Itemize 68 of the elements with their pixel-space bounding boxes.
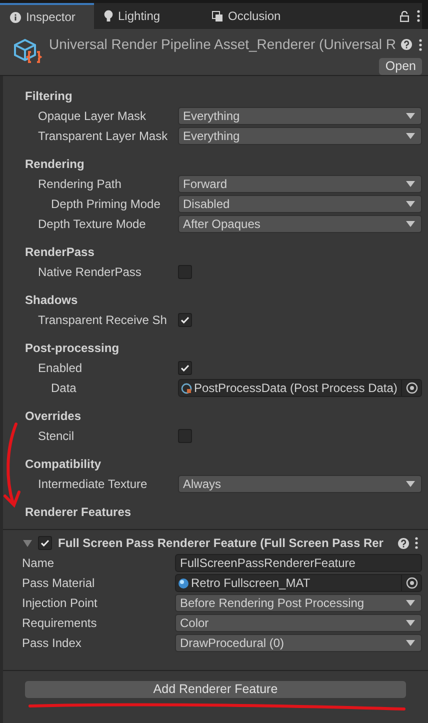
- checkbox[interactable]: [178, 313, 192, 327]
- field-label: Pass Material: [22, 576, 95, 590]
- dropdown[interactable]: Everything: [178, 107, 422, 125]
- dropdown-caret-icon: [406, 640, 415, 646]
- dropdown[interactable]: Forward: [178, 175, 422, 193]
- help-icon[interactable]: [401, 39, 412, 50]
- dropdown[interactable]: Always: [178, 475, 422, 493]
- more-icon[interactable]: [415, 537, 418, 549]
- squares-icon: [212, 10, 223, 22]
- field-label: Data: [51, 381, 76, 395]
- feature-title: Full Screen Pass Renderer Feature (Full Screen Pass Rer: [58, 535, 384, 552]
- lightbulb-icon: [104, 10, 113, 22]
- dropdown-caret-icon: [406, 201, 415, 207]
- text-field[interactable]: FullScreenPassRendererFeature: [175, 554, 422, 572]
- add-renderer-feature-button[interactable]: Add Renderer Feature: [25, 680, 406, 698]
- dropdown[interactable]: Disabled: [178, 195, 422, 213]
- field-label: Transparent Layer Mask: [38, 129, 168, 143]
- section-heading: Renderer Features: [25, 504, 132, 521]
- checkbox[interactable]: [38, 536, 52, 550]
- dropdown-caret-icon: [406, 481, 415, 487]
- asset-title: Universal Render Pipeline Asset_Renderer (Universal R: [49, 35, 396, 54]
- help-icon[interactable]: [398, 538, 409, 548]
- dropdown-caret-icon: [406, 133, 415, 139]
- checkmark-icon: [180, 315, 190, 325]
- dropdown-caret-icon: [406, 181, 415, 187]
- more-icon[interactable]: [417, 10, 420, 22]
- dropdown[interactable]: Color: [175, 614, 422, 632]
- field-label: Pass Index: [22, 636, 82, 650]
- field-label: Intermediate Texture: [38, 477, 148, 491]
- field-label: Depth Texture Mode: [38, 217, 146, 231]
- more-icon[interactable]: [419, 38, 422, 50]
- section-heading: Filtering: [25, 88, 72, 105]
- tab[interactable]: Inspector: [0, 3, 94, 29]
- field-label: Enabled: [38, 361, 82, 375]
- field-label: Stencil: [38, 429, 74, 443]
- field-label: Name: [22, 556, 54, 570]
- dropdown-caret-icon: [406, 620, 415, 626]
- dropdown[interactable]: After Opaques: [178, 215, 422, 233]
- checkbox[interactable]: [178, 265, 192, 279]
- dropdown-caret-icon: [406, 221, 415, 227]
- section-heading: RenderPass: [25, 244, 94, 261]
- checkbox[interactable]: [178, 429, 192, 443]
- checkmark-icon: [180, 363, 190, 373]
- dropdown[interactable]: Before Rendering Post Processing: [175, 594, 422, 612]
- tab[interactable]: Lighting: [94, 3, 202, 29]
- field-label: Transparent Receive Sh: [38, 313, 167, 327]
- info-icon: [10, 12, 21, 22]
- checkbox[interactable]: [178, 361, 192, 375]
- lock-icon[interactable]: [400, 10, 409, 22]
- open-button[interactable]: Open: [379, 58, 422, 75]
- field-label: Opaque Layer Mask: [38, 109, 146, 123]
- section-heading: Rendering: [25, 156, 84, 173]
- dropdown[interactable]: Everything: [178, 127, 422, 145]
- checkmark-icon: [40, 538, 50, 548]
- section-heading: Overrides: [25, 408, 82, 425]
- field-label: Injection Point: [22, 596, 98, 610]
- section-heading: Shadows: [25, 292, 78, 309]
- dropdown[interactable]: DrawProcedural (0): [175, 634, 422, 652]
- section-heading: Compatibility: [25, 456, 102, 473]
- field-label: Requirements: [22, 616, 97, 630]
- expand-triangle-icon[interactable]: [23, 540, 32, 546]
- dropdown-caret-icon: [406, 600, 415, 606]
- field-label: Depth Priming Mode: [51, 197, 160, 211]
- field-label: Native RenderPass: [38, 265, 142, 279]
- dropdown-caret-icon: [406, 113, 415, 119]
- section-heading: Post-processing: [25, 340, 120, 357]
- tab[interactable]: Occlusion: [202, 3, 310, 29]
- field-label: Rendering Path: [38, 177, 122, 191]
